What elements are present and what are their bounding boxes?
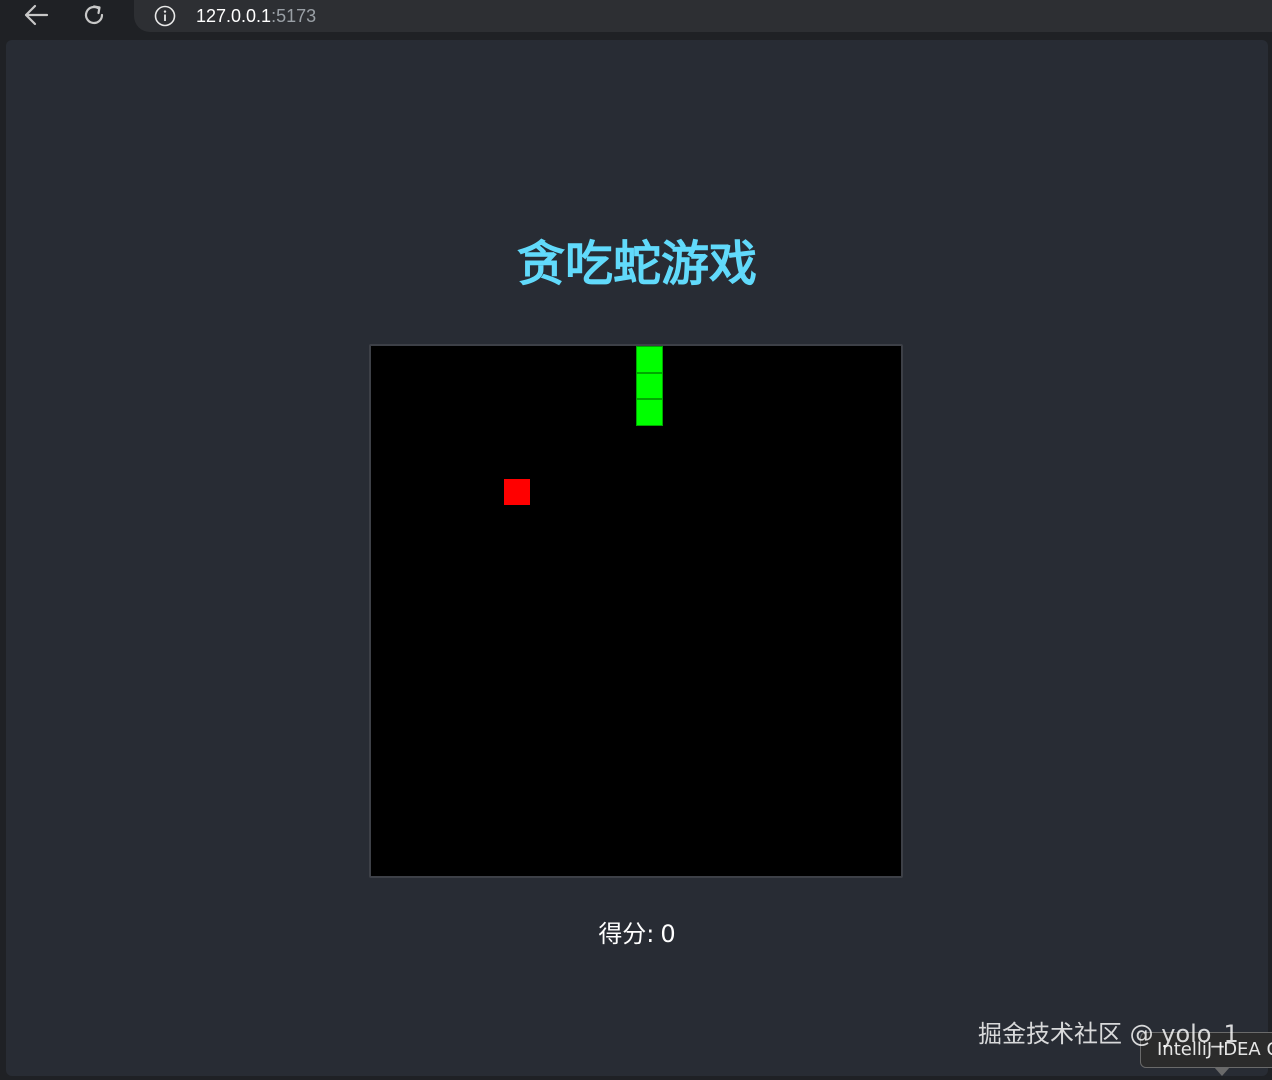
reload-icon [82,3,106,27]
score-label: 得分: [598,920,655,948]
score-value: 0 [660,920,676,948]
reload-button[interactable] [76,0,112,30]
back-button[interactable] [18,0,54,30]
page-viewport: 贪吃蛇游戏 得分: 0 [6,40,1268,1076]
score-display: 得分: 0 [6,918,1268,950]
address-bar[interactable]: 127.0.0.1:5173 [134,0,1272,32]
snake-segment [636,399,663,426]
url-host: 127.0.0.1 [196,5,272,26]
watermark: 掘金技术社区 @ yolo_1 [978,1020,1239,1048]
page-title: 贪吃蛇游戏 [516,236,757,292]
food-item [503,478,530,505]
url-text: 127.0.0.1:5173 [196,6,316,27]
browser-toolbar: 127.0.0.1:5173 [0,0,1272,34]
arrow-left-icon [23,4,49,26]
tooltip-arrow [1214,1067,1230,1076]
snake-segment [636,372,663,399]
url-port: :5173 [271,5,317,26]
snake-head [636,346,663,373]
game-board[interactable] [369,344,903,878]
info-icon[interactable] [154,5,176,27]
